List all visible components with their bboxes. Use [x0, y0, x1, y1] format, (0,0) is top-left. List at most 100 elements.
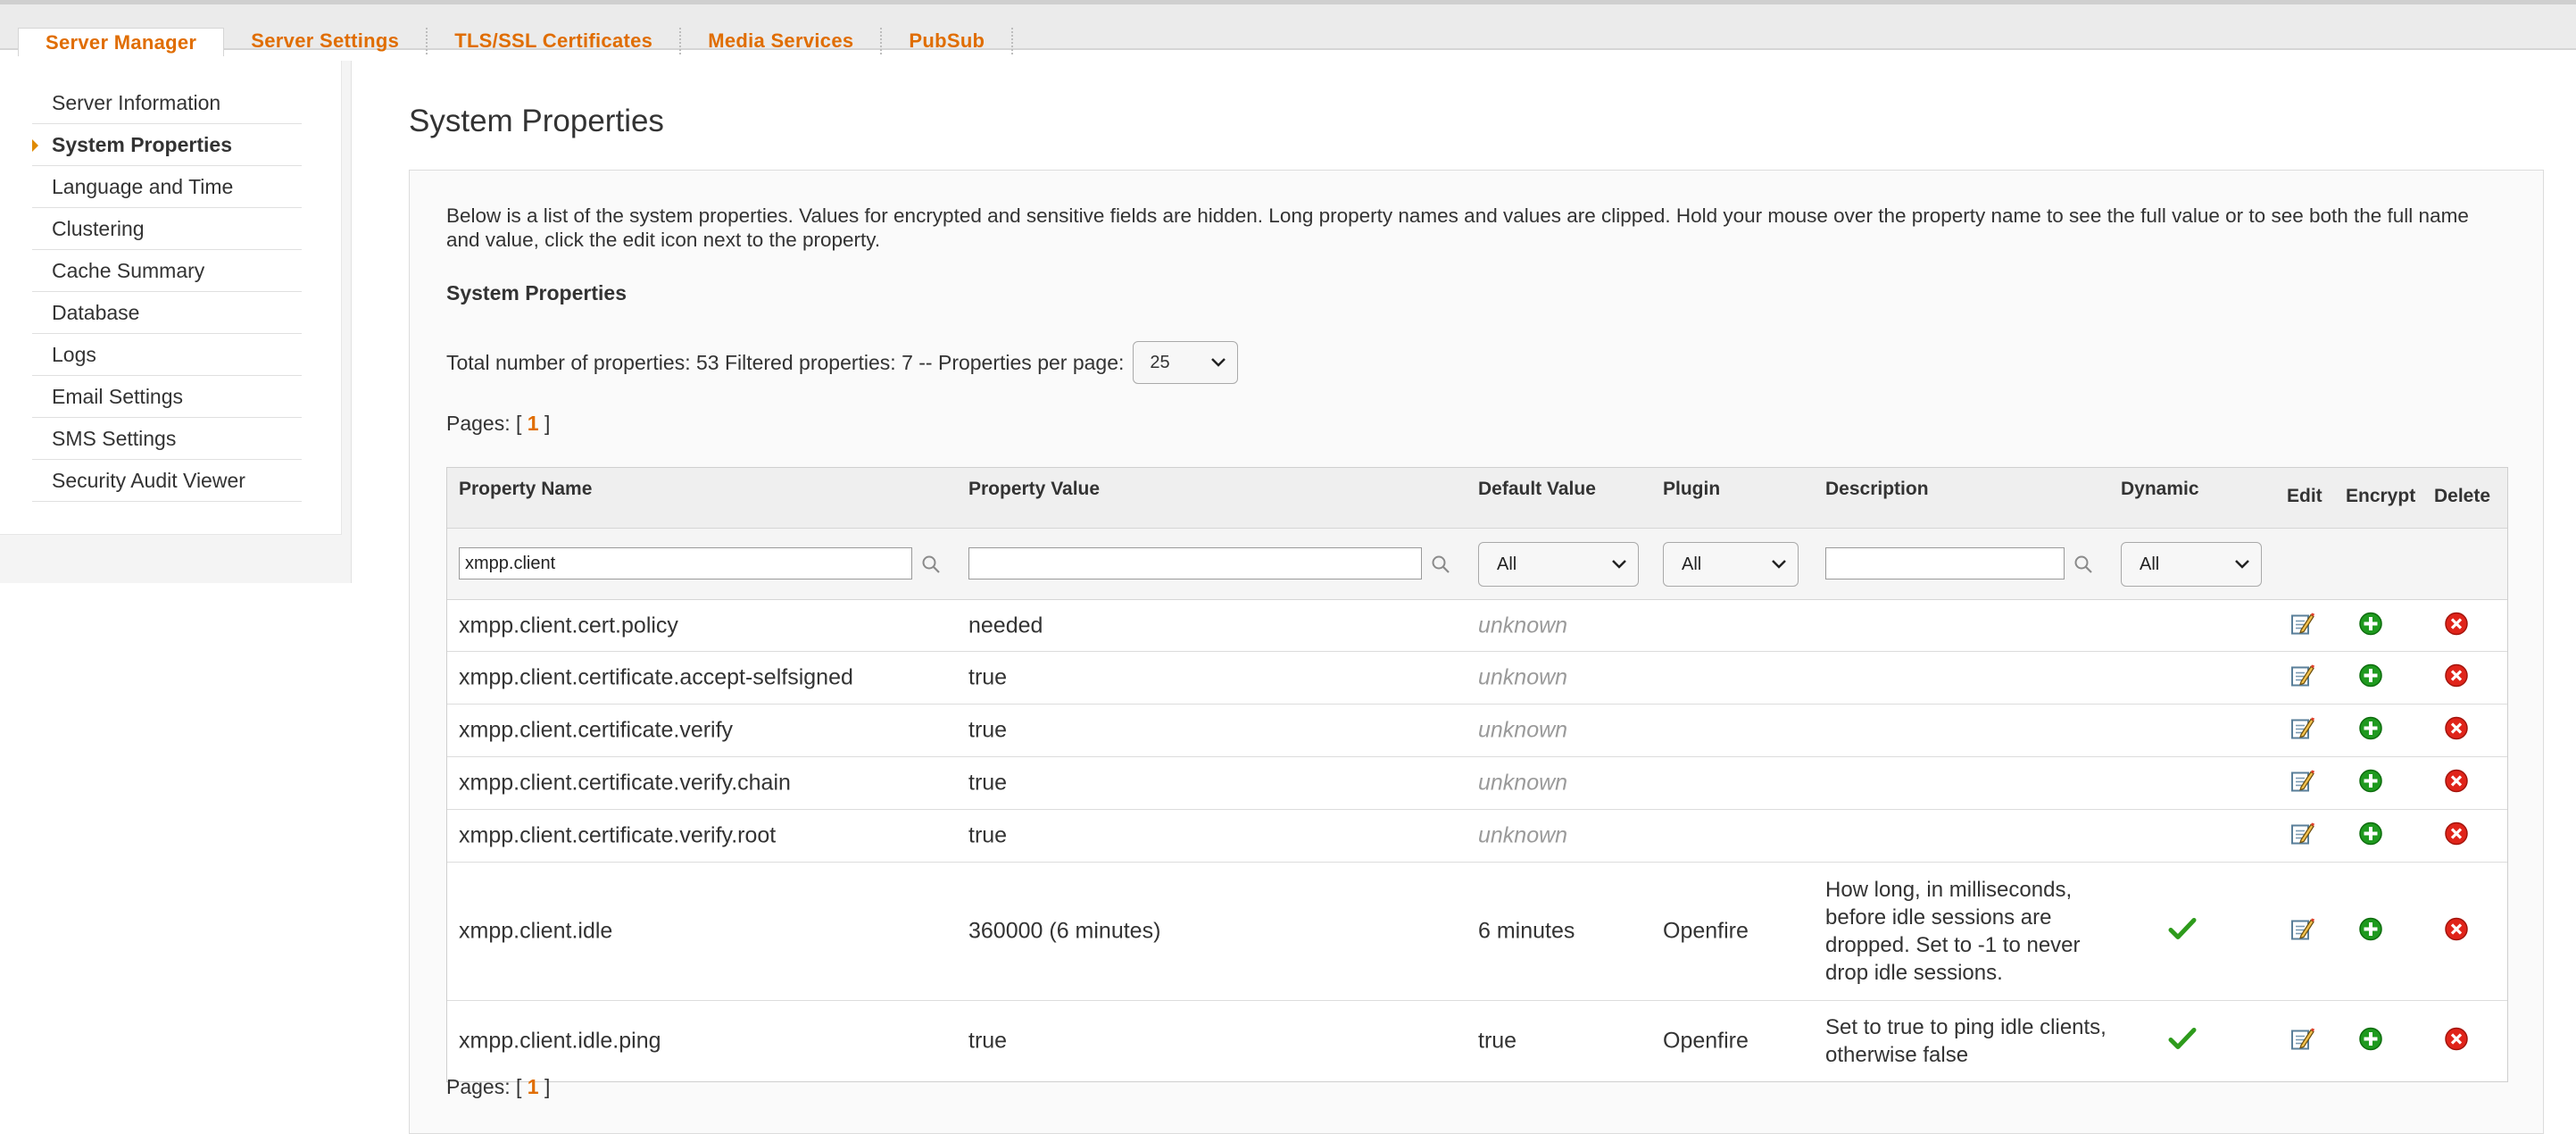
cell-default-value: unknown	[1478, 613, 1568, 638]
header-property-name[interactable]: Property Name	[459, 479, 592, 500]
cell-property-name[interactable]: xmpp.client.cert.policy	[459, 613, 678, 638]
header-description[interactable]: Description	[1825, 479, 1929, 500]
per-page-value: 25	[1150, 352, 1170, 372]
page-link-1[interactable]: 1	[528, 412, 539, 435]
top-navigation-bar: Server Manager Server Settings TLS/SSL C…	[0, 0, 2576, 56]
select-value: All	[1497, 554, 1517, 574]
sidebar-item-database[interactable]: Database	[32, 292, 302, 334]
cell-property-name[interactable]: xmpp.client.certificate.verify	[459, 718, 733, 744]
cell-property-value: true	[968, 1028, 1008, 1054]
table-row: xmpp.client.certificate.verify.chain true…	[447, 757, 2507, 810]
table-row: xmpp.client.idle.ping true true Openfire Set…	[447, 1001, 2507, 1081]
sidebar-item-label: Security Audit Viewer	[52, 468, 245, 492]
cell-plugin: Openfire	[1663, 1028, 1749, 1054]
encrypt-icon[interactable]	[2357, 821, 2384, 852]
sidebar-item-label: System Properties	[52, 132, 232, 156]
checkmark-icon	[2168, 1027, 2197, 1056]
totals-text: Total number of properties: 53 Filtered …	[446, 350, 1125, 374]
sidebar-item-security-audit-viewer[interactable]: Security Audit Viewer	[32, 460, 302, 502]
tab-pubsub[interactable]: PubSub	[882, 28, 1014, 54]
table-row: xmpp.client.cert.policy needed unknown	[447, 600, 2507, 652]
table-row: xmpp.client.certificate.accept-selfsigne…	[447, 652, 2507, 705]
delete-icon[interactable]	[2443, 663, 2470, 694]
per-page-select[interactable]: 25	[1133, 341, 1239, 384]
cell-default-value: 6 minutes	[1478, 918, 1575, 944]
header-property-value[interactable]: Property Value	[968, 479, 1100, 500]
description-filter-input[interactable]	[1825, 547, 2065, 580]
delete-icon[interactable]	[2443, 821, 2470, 852]
top-tabs: Server Manager Server Settings TLS/SSL C…	[18, 28, 1014, 56]
sidebar-item-language-and-time[interactable]: Language and Time	[32, 166, 302, 208]
cell-default-value: true	[1478, 1028, 1517, 1054]
select-value: All	[1682, 554, 1702, 574]
sidebar-item-server-information[interactable]: Server Information	[32, 82, 302, 124]
table-header: Property Name Property Value Default Val…	[447, 468, 2507, 529]
page-link-1[interactable]: 1	[528, 1075, 539, 1098]
sidebar-item-label: Server Information	[52, 90, 221, 114]
header-dynamic[interactable]: Dynamic	[2121, 479, 2199, 500]
search-icon[interactable]	[1430, 554, 1451, 575]
search-icon[interactable]	[920, 554, 942, 575]
sidebar-item-system-properties[interactable]: System Properties	[32, 124, 302, 166]
cell-property-name[interactable]: xmpp.client.certificate.accept-selfsigne…	[459, 665, 853, 691]
sidebar-item-sms-settings[interactable]: SMS Settings	[32, 418, 302, 460]
chevron-down-icon	[2235, 560, 2249, 569]
encrypt-icon[interactable]	[2357, 1026, 2384, 1057]
sidebar-item-clustering[interactable]: Clustering	[32, 208, 302, 250]
plugin-filter-select[interactable]: All	[1663, 542, 1799, 587]
sidebar-item-label: Language and Time	[52, 174, 234, 198]
edit-icon[interactable]	[2289, 610, 2315, 641]
edit-icon[interactable]	[2289, 768, 2315, 799]
cell-property-name[interactable]: xmpp.client.certificate.verify.chain	[459, 771, 791, 796]
tab-media-services[interactable]: Media Services	[681, 28, 883, 54]
cell-property-value: true	[968, 664, 1008, 690]
properties-table: Property Name Property Value Default Val…	[446, 467, 2508, 1082]
sidebar-item-logs[interactable]: Logs	[32, 334, 302, 376]
pages-close: ]	[544, 1075, 551, 1098]
edit-icon[interactable]	[2289, 715, 2315, 746]
cell-description: How long, in milliseconds, before idle s…	[1825, 878, 2081, 985]
table-row: xmpp.client.idle 360000 (6 minutes) 6 minu…	[447, 863, 2507, 1001]
tab-server-settings[interactable]: Server Settings	[224, 28, 428, 54]
encrypt-icon[interactable]	[2357, 610, 2384, 641]
cell-default-value: unknown	[1478, 822, 1568, 848]
table-body: xmpp.client.cert.policy needed unknown xmpp…	[447, 600, 2507, 1081]
encrypt-icon[interactable]	[2357, 768, 2384, 799]
edit-icon[interactable]	[2289, 821, 2315, 852]
sidebar-item-email-settings[interactable]: Email Settings	[32, 376, 302, 418]
delete-icon[interactable]	[2443, 715, 2470, 746]
header-plugin[interactable]: Plugin	[1663, 479, 1720, 500]
delete-icon[interactable]	[2443, 610, 2470, 641]
cell-property-name[interactable]: xmpp.client.idle.ping	[459, 1029, 661, 1055]
cell-property-value: needed	[968, 613, 1043, 638]
cell-property-name[interactable]: xmpp.client.certificate.verify.root	[459, 823, 776, 849]
tab-server-manager[interactable]: Server Manager	[18, 28, 225, 56]
chevron-down-icon	[1612, 560, 1626, 569]
search-icon[interactable]	[2073, 554, 2094, 575]
tab-tls-ssl-certificates[interactable]: TLS/SSL Certificates	[428, 28, 682, 54]
cell-property-name[interactable]: xmpp.client.idle	[459, 919, 612, 945]
property-value-filter-input[interactable]	[968, 547, 1422, 580]
cell-property-value: true	[968, 822, 1008, 848]
delete-icon[interactable]	[2443, 916, 2470, 947]
sidebar-item-cache-summary[interactable]: Cache Summary	[32, 250, 302, 292]
cell-property-value: true	[968, 770, 1008, 796]
delete-icon[interactable]	[2443, 1026, 2470, 1057]
section-title: System Properties	[446, 281, 627, 304]
sidebar-item-label: SMS Settings	[52, 426, 177, 450]
encrypt-icon[interactable]	[2357, 916, 2384, 947]
sidebar-item-label: Clustering	[52, 216, 145, 240]
sidebar-item-label: Cache Summary	[52, 258, 205, 282]
edit-icon[interactable]	[2289, 663, 2315, 694]
sidebar-item-label: Email Settings	[52, 384, 184, 408]
edit-icon[interactable]	[2289, 916, 2315, 947]
encrypt-icon[interactable]	[2357, 715, 2384, 746]
delete-icon[interactable]	[2443, 768, 2470, 799]
dynamic-filter-select[interactable]: All	[2121, 542, 2262, 587]
default-value-filter-select[interactable]: All	[1478, 542, 1639, 587]
edit-icon[interactable]	[2289, 1026, 2315, 1057]
header-default-value[interactable]: Default Value	[1478, 479, 1596, 500]
property-name-filter-input[interactable]: xmpp.client	[459, 547, 912, 580]
encrypt-icon[interactable]	[2357, 663, 2384, 694]
header-edit: Edit	[2287, 486, 2323, 506]
